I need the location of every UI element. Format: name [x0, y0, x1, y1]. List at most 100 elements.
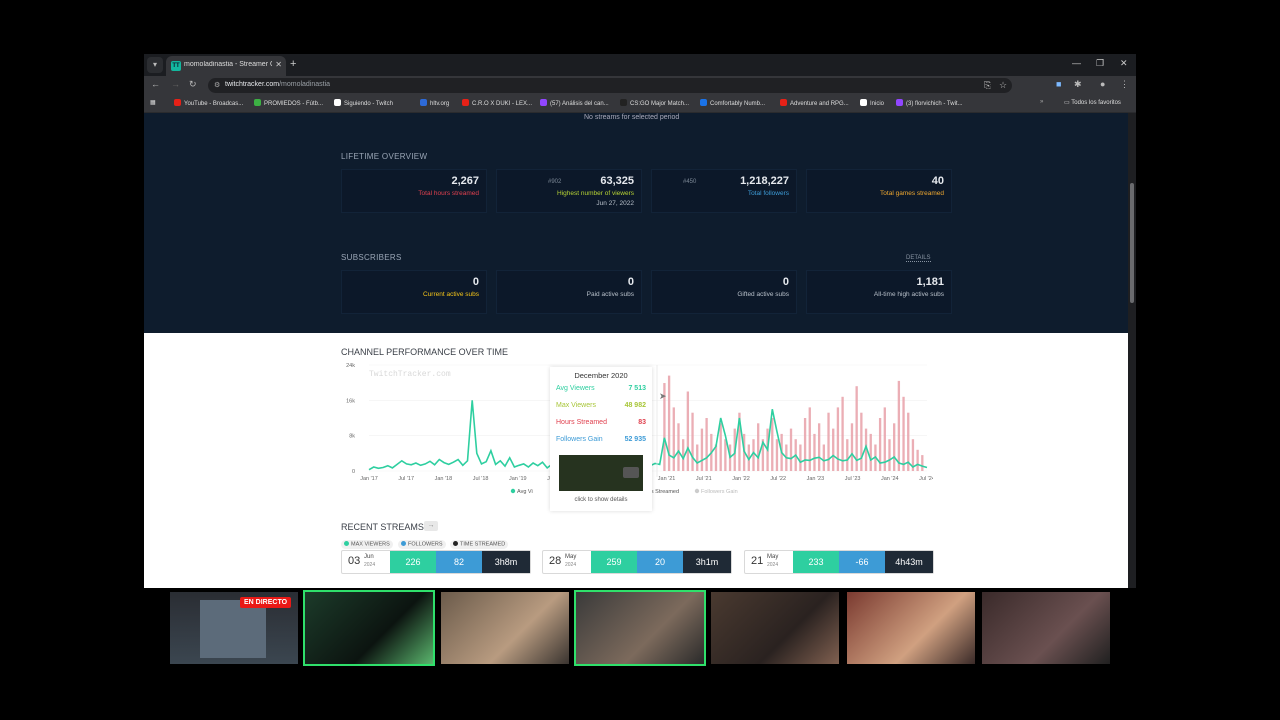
favicon-icon: TT	[171, 61, 181, 71]
bookmark-1[interactable]: PROMIEDOS - Fútb...	[254, 99, 323, 107]
x-tick-label: Jan '24	[881, 476, 899, 482]
sub-card-alltime: 1,181 All-time high active subs	[806, 270, 952, 314]
tab-title: momoladinastia - Streamer Ov...	[184, 61, 272, 68]
chart-legend-label[interactable]: Followers Gain	[701, 489, 738, 495]
stat-label: Total followers	[747, 190, 789, 197]
bookmark-favicon-icon	[896, 99, 903, 106]
active-tab[interactable]: TT momoladinastia - Streamer Ov... ✕	[166, 56, 286, 76]
tooltip-row-max: Max Viewers 48 982	[556, 402, 646, 409]
bookmark-7[interactable]: Comfortably Numb...	[700, 99, 765, 107]
page-scrollbar[interactable]	[1128, 113, 1136, 588]
hours-bar	[832, 428, 835, 471]
x-tick-label: Jan '21	[658, 476, 676, 482]
webcam-tile-1	[305, 592, 433, 664]
webcam-tile-4	[711, 592, 839, 664]
hours-bar	[921, 455, 924, 471]
stream-followers: 82	[436, 551, 482, 573]
stream-max-viewers: 233	[793, 551, 839, 573]
hours-bar	[817, 423, 821, 471]
bookmark-favicon-icon	[620, 99, 627, 106]
bookmark-favicon-icon	[700, 99, 707, 106]
stat-card-games: 40 Total games streamed	[806, 169, 952, 213]
chart-legend-dot	[510, 488, 516, 494]
chart-legend-label[interactable]: Avg Vi	[517, 489, 533, 495]
hours-bar	[771, 418, 774, 471]
url-text: twitchtracker.com/momoladinastia	[225, 81, 331, 88]
y-tick-label: 24k	[346, 363, 355, 369]
bookmark-9[interactable]: Inicio	[860, 99, 884, 107]
bookmark-2[interactable]: Siguiendo - Twitch	[334, 99, 393, 107]
extensions-puzzle-icon[interactable]: ✱	[1074, 79, 1082, 90]
hours-bar	[822, 444, 826, 471]
y-tick-label: 16k	[346, 398, 355, 404]
stat-date: Jun 27, 2022	[596, 200, 634, 207]
bookmark-8[interactable]: Adventure and RPG...	[780, 99, 849, 107]
stream-followers: 20	[637, 551, 683, 573]
extension-icon[interactable]: ■	[1056, 79, 1061, 89]
tooltip-title: December 2020	[574, 371, 628, 380]
hours-bar	[836, 407, 840, 471]
bookmark-5[interactable]: (57) Análisis del can...	[540, 99, 609, 107]
hours-bar	[691, 412, 694, 471]
bookmark-star-icon[interactable]: ☆	[999, 80, 1007, 91]
menu-kebab-icon[interactable]: ⋮	[1120, 79, 1129, 90]
sub-value: 0	[472, 276, 479, 288]
apps-grid-icon[interactable]: ▦	[150, 99, 156, 106]
hours-bar	[667, 375, 671, 471]
sub-label: All-time high active subs	[873, 291, 944, 298]
bookmark-0[interactable]: YouTube - Broadcas...	[174, 99, 243, 107]
stat-value: 1,218,227	[740, 175, 789, 187]
bookmarks-bar: ▦ YouTube - Broadcas... PROMIEDOS - Fútb…	[144, 95, 1136, 113]
sub-value: 1,181	[916, 276, 944, 288]
stream-card[interactable]: 21 May 2024 233 -66 4h43m	[744, 550, 934, 574]
stream-card[interactable]: 28 May 2024 259 20 3h1m	[542, 550, 732, 574]
tooltip-click-hint[interactable]: click to show details	[550, 497, 652, 503]
hours-bar	[897, 380, 901, 471]
bookmark-favicon-icon	[780, 99, 787, 106]
scrollbar-thumb[interactable]	[1130, 183, 1134, 303]
back-icon[interactable]: ←	[151, 79, 160, 89]
stream-date: 28 May 2024	[549, 554, 577, 568]
site-info-icon[interactable]: ⚙	[214, 81, 222, 89]
install-icon[interactable]: ⎘	[984, 80, 991, 91]
overview-section: No streams for selected period LIFETIME …	[144, 113, 1128, 333]
recent-streams-arrow-icon[interactable]: →	[424, 521, 438, 531]
minimize-icon[interactable]: —	[1072, 58, 1081, 68]
hours-bar	[677, 423, 680, 471]
x-tick-label: Jan '17	[360, 476, 378, 482]
close-tab-icon[interactable]: ✕	[275, 60, 282, 69]
more-bookmarks-icon[interactable]: »	[1040, 99, 1043, 105]
tooltip-label: Followers Gain	[556, 436, 603, 443]
new-tab-icon[interactable]: +	[290, 58, 296, 70]
details-link[interactable]: DETAILS	[906, 255, 931, 262]
close-window-icon[interactable]: ✕	[1120, 58, 1128, 69]
address-bar[interactable]: ⚙ twitchtracker.com/momoladinastia ⎘ ☆	[208, 78, 1012, 93]
reload-icon[interactable]: ↻	[189, 79, 197, 90]
y-tick-label: 0	[352, 469, 355, 475]
bookmark-6[interactable]: CS:GO Major Match...	[620, 99, 689, 107]
x-tick-label: Jul '22	[770, 476, 786, 482]
stat-card-followers: #450 1,218,227 Total followers	[651, 169, 797, 213]
lifetime-title: LIFETIME OVERVIEW	[341, 152, 428, 161]
tab-search-icon[interactable]: ▾	[147, 57, 163, 73]
hours-bar	[869, 433, 872, 471]
hours-bar	[724, 439, 727, 471]
y-tick-label: 8k	[349, 434, 355, 440]
x-tick-label: Jul '23	[845, 476, 861, 482]
chart-legend-dot	[694, 488, 700, 494]
stream-thumbnail[interactable]	[559, 455, 643, 491]
camera-icon	[623, 467, 639, 478]
x-tick-label: Jan '19	[509, 476, 527, 482]
toolbar: ← → ↻ ⚙ twitchtracker.com/momoladinastia…	[144, 76, 1136, 95]
profile-avatar-icon[interactable]: ●	[1100, 79, 1105, 89]
tooltip-label: Avg Viewers	[556, 385, 595, 392]
all-bookmarks[interactable]: ▭ Todos los favoritos	[1064, 99, 1121, 106]
bookmark-10[interactable]: (3) florvichich - Twit...	[896, 99, 963, 107]
hours-bar	[803, 418, 807, 471]
bookmark-favicon-icon	[174, 99, 181, 106]
maximize-icon[interactable]: ❐	[1096, 58, 1104, 69]
stream-card[interactable]: 03 Jun 2024 226 82 3h8m	[341, 550, 531, 574]
forward-icon[interactable]: →	[171, 79, 180, 89]
bookmark-3[interactable]: hltv.org	[420, 99, 449, 107]
bookmark-4[interactable]: C.R.O X DUKI - LEX...	[462, 99, 532, 107]
